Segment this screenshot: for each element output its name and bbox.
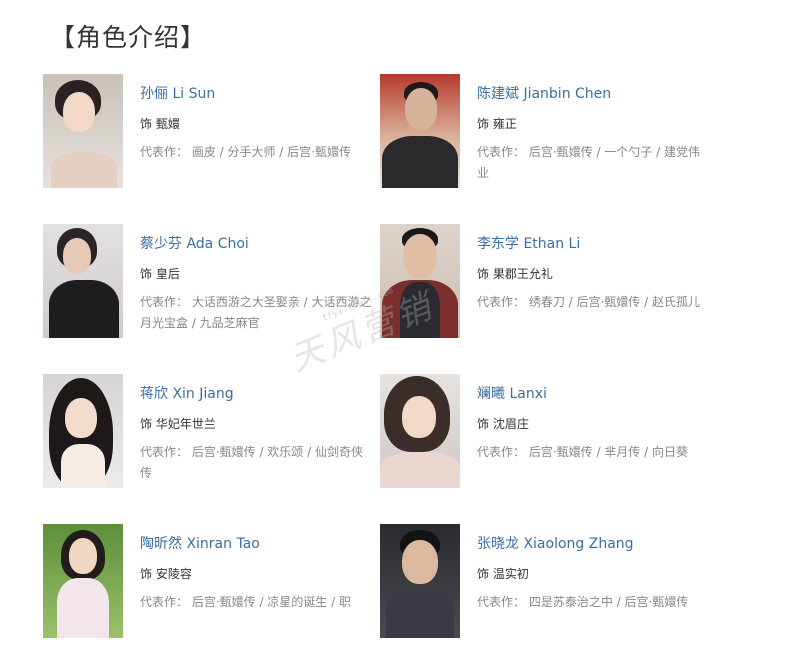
role-text: 饰 皇后 [140, 267, 180, 281]
role-text: 饰 沈眉庄 [477, 417, 529, 431]
character-card-xiaolong-zhang: 张晓龙 Xiaolong Zhang 饰 温实初 代表作： 四是苏泰治之中 / … [380, 524, 710, 654]
actor-name-link[interactable]: 陈建斌 Jianbin Chen [477, 83, 709, 103]
works-text: 代表作： 大话西游之大圣娶亲 / 大话西游之月光宝盒 / 九品芝麻官 [140, 295, 372, 330]
actor-photo[interactable] [43, 224, 123, 338]
actor-name-link[interactable]: 蒋欣 Xin Jiang [140, 383, 372, 403]
role-text: 饰 雍正 [477, 117, 517, 131]
actor-photo[interactable] [380, 224, 460, 338]
character-card-jianbin-chen: 陈建斌 Jianbin Chen 饰 雍正 代表作： 后宫·甄嬛传 / 一个勺子… [380, 74, 710, 204]
actor-photo[interactable] [380, 524, 460, 638]
character-card-li-sun: 孙俪 Li Sun 饰 甄嬛 代表作： 画皮 / 分手大师 / 后宫·甄嬛传 [43, 74, 373, 204]
role-text: 饰 华妃年世兰 [140, 417, 216, 431]
actor-photo[interactable] [380, 74, 460, 188]
actor-name-link[interactable]: 孙俪 Li Sun [140, 83, 372, 103]
works-text: 代表作： 后宫·甄嬛传 / 凉星的诞生 / 职 [140, 595, 351, 609]
character-card-xin-jiang: 蒋欣 Xin Jiang 饰 华妃年世兰 代表作： 后宫·甄嬛传 / 欢乐颂 /… [43, 374, 373, 504]
actor-name-link[interactable]: 张晓龙 Xiaolong Zhang [477, 533, 709, 553]
actor-photo[interactable] [380, 374, 460, 488]
character-card-ethan-li: 李东学 Ethan Li 饰 果郡王允礼 代表作： 绣春刀 / 后宫·甄嬛传 /… [380, 224, 710, 354]
works-text: 代表作： 四是苏泰治之中 / 后宫·甄嬛传 [477, 595, 689, 609]
character-card-lanxi: 斓曦 Lanxi 饰 沈眉庄 代表作： 后宫·甄嬛传 / 芈月传 / 向日葵 [380, 374, 710, 504]
actor-name-link[interactable]: 陶昕然 Xinran Tao [140, 533, 372, 553]
works-text: 代表作： 画皮 / 分手大师 / 后宫·甄嬛传 [140, 145, 351, 159]
role-text: 饰 果郡王允礼 [477, 267, 553, 281]
section-heading: 【角色介绍】 [50, 23, 207, 52]
role-text: 饰 甄嬛 [140, 117, 180, 131]
works-text: 代表作： 后宫·甄嬛传 / 芈月传 / 向日葵 [477, 445, 688, 459]
actor-photo[interactable] [43, 524, 123, 638]
actor-name-link[interactable]: 蔡少芬 Ada Choi [140, 233, 372, 253]
character-card-ada-choi: 蔡少芬 Ada Choi 饰 皇后 代表作： 大话西游之大圣娶亲 / 大话西游之… [43, 224, 373, 354]
role-text: 饰 安陵容 [140, 567, 192, 581]
actor-photo[interactable] [43, 74, 123, 188]
actor-name-link[interactable]: 李东学 Ethan Li [477, 233, 709, 253]
actor-name-link[interactable]: 斓曦 Lanxi [477, 383, 709, 403]
actor-photo[interactable] [43, 374, 123, 488]
character-card-xinran-tao: 陶昕然 Xinran Tao 饰 安陵容 代表作： 后宫·甄嬛传 / 凉星的诞生… [43, 524, 373, 654]
works-text: 代表作： 后宫·甄嬛传 / 一个勺子 / 建党伟业 [477, 145, 700, 180]
role-text: 饰 温实初 [477, 567, 529, 581]
works-text: 代表作： 后宫·甄嬛传 / 欢乐颂 / 仙剑奇侠传 [140, 445, 363, 480]
works-text: 代表作： 绣春刀 / 后宫·甄嬛传 / 赵氏孤儿 [477, 295, 700, 309]
